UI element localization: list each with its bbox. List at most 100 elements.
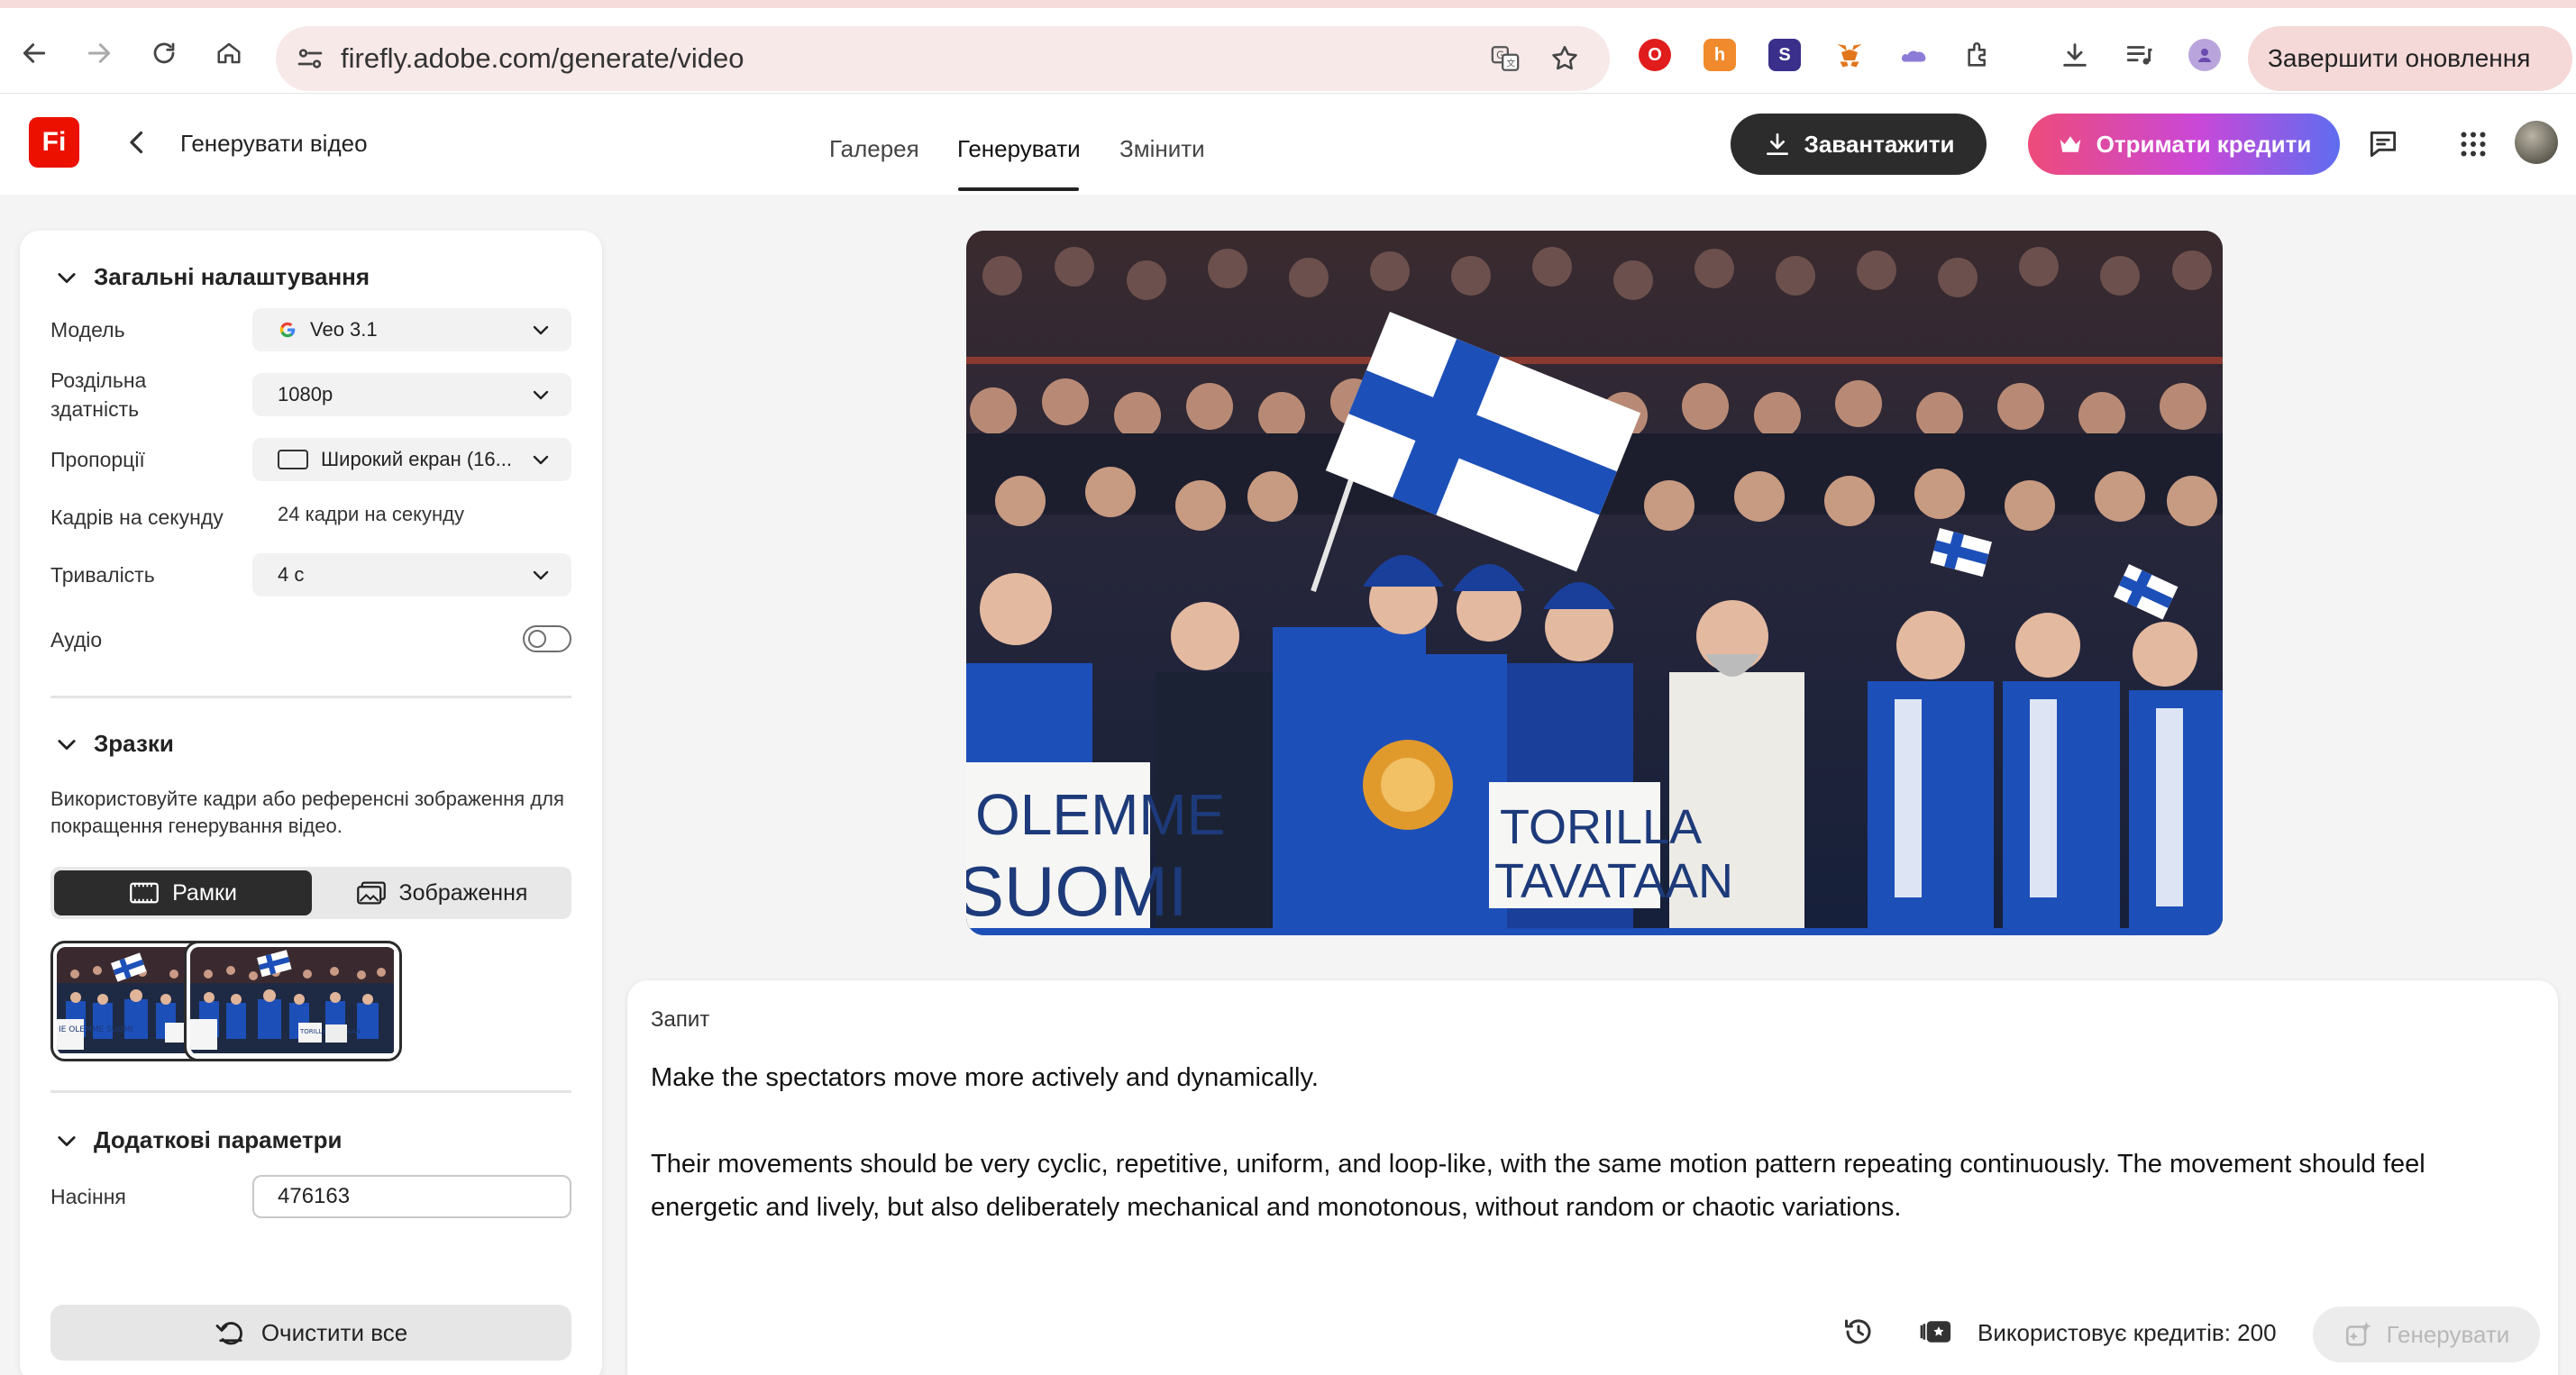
download-button[interactable]: Завантажити	[1731, 114, 1987, 175]
resolution-label-line1: Роздільна	[50, 369, 147, 392]
update-button[interactable]: Завершити оновлення	[2248, 26, 2572, 91]
aspect-select[interactable]: Широкий екран (16...	[252, 438, 571, 481]
preview-sign-right-line1: TORILLA	[1500, 800, 1702, 854]
frame-thumbnail-end[interactable]: TORILLA TAVATAAN	[184, 941, 402, 1061]
duration-select[interactable]: 4 с	[252, 553, 571, 596]
media-icon[interactable]	[2124, 39, 2156, 71]
reload-icon[interactable]	[142, 32, 186, 75]
extension-opera-icon[interactable]: O	[1639, 39, 1671, 71]
video-preview[interactable]: OLEMME SUOMI TORILLA TAVATAAN	[966, 231, 2223, 935]
settings-panel: Загальні налаштування Модель Veo 3.1 Роз…	[20, 231, 602, 1375]
thumb-sign-text: IE OLEMME SUOMI	[59, 1025, 133, 1034]
extensions-puzzle-icon[interactable]	[1963, 39, 1996, 71]
fps-value: 24 кадри на секунду	[278, 503, 464, 525]
reset-icon	[215, 1322, 242, 1345]
duration-label: Тривалість	[50, 563, 155, 587]
general-settings-title: Загальні налаштування	[94, 263, 370, 290]
credits-usage-text: Використовує кредитів: 200	[1978, 1319, 2277, 1346]
frame-thumbnail-image: TORILLA TAVATAAN	[190, 947, 396, 1055]
model-value: Veo 3.1	[310, 318, 378, 341]
audio-toggle[interactable]	[523, 625, 571, 652]
samples-title: Зразки	[94, 730, 174, 757]
samples-mode-toggle: Рамки Зображення	[50, 867, 571, 919]
chat-icon[interactable]	[2363, 124, 2403, 164]
tab-gallery[interactable]: Галерея	[829, 135, 919, 163]
firefly-logo[interactable]: Fi	[29, 117, 79, 168]
prompt-panel: Запит Make the spectators move more acti…	[627, 980, 2558, 1375]
chevron-down-icon	[58, 739, 76, 750]
get-credits-label: Отримати кредити	[2096, 130, 2312, 158]
active-tab-indicator	[958, 187, 1079, 191]
page-title: Генерувати відео	[180, 130, 368, 157]
profile-icon[interactable]	[2188, 39, 2221, 71]
generate-button-label: Генерувати	[2386, 1320, 2510, 1348]
preview-sign-right-line2: TAVATAAN	[1494, 854, 1733, 908]
avatar[interactable]	[2515, 121, 2558, 164]
chevron-down-icon	[533, 455, 549, 465]
chevron-down-icon	[533, 570, 549, 580]
chevron-down-icon	[58, 272, 76, 283]
resolution-select[interactable]: 1080p	[252, 373, 571, 416]
app-header: Fi Генерувати відео Галерея Генерувати З…	[0, 94, 2576, 195]
prompt-textarea[interactable]: Make the spectators move more actively a…	[651, 1056, 2526, 1229]
advanced-title: Додаткові параметри	[94, 1126, 343, 1153]
preview-image: OLEMME SUOMI TORILLA TAVATAAN	[966, 231, 2223, 935]
aspect-label: Пропорції	[50, 448, 145, 471]
chevron-left-icon[interactable]	[121, 126, 153, 159]
advanced-header[interactable]: Додаткові параметри	[54, 1126, 343, 1154]
general-settings-header[interactable]: Загальні налаштування	[54, 263, 370, 291]
url-text[interactable]: firefly.adobe.com/generate/video	[341, 42, 744, 75]
preview-sign-left-line1: OLEMME	[975, 782, 1225, 847]
translate-icon[interactable]: G文	[1487, 41, 1523, 77]
samples-header[interactable]: Зразки	[54, 730, 174, 758]
forward-arrow-icon[interactable]	[78, 32, 121, 75]
home-icon[interactable]	[207, 32, 251, 75]
chevron-down-icon	[58, 1135, 76, 1146]
svg-text:文: 文	[1506, 58, 1515, 69]
resolution-value: 1080p	[278, 383, 333, 405]
site-settings-icon[interactable]	[294, 42, 326, 75]
divider	[50, 696, 571, 698]
sparkle-icon	[2345, 1321, 2371, 1346]
address-bar[interactable]: firefly.adobe.com/generate/video G文	[276, 26, 1610, 91]
seed-input[interactable]: 476163	[252, 1175, 571, 1218]
frames-tab[interactable]: Рамки	[54, 870, 312, 915]
resolution-label: Роздільна здатність	[50, 366, 146, 423]
images-tab[interactable]: Зображення	[315, 870, 568, 915]
bookmark-star-icon[interactable]	[1547, 41, 1583, 77]
model-select[interactable]: Veo 3.1	[252, 308, 571, 351]
back-arrow-icon[interactable]	[13, 32, 56, 75]
download-icon[interactable]	[2059, 39, 2091, 71]
history-icon[interactable]	[1841, 1314, 1877, 1350]
audio-label: Аудіо	[50, 628, 103, 651]
divider	[50, 1090, 571, 1093]
preview-sign-left-line2: SUOMI	[966, 851, 1188, 931]
download-icon	[1766, 133, 1788, 155]
extension-s-icon[interactable]: S	[1768, 39, 1801, 71]
samples-description: Використовуйте кадри або референсні зобр…	[50, 788, 564, 837]
extension-cloud-icon[interactable]	[1898, 39, 1931, 71]
chevron-down-icon	[533, 325, 549, 335]
resolution-label-line2: здатність	[50, 397, 140, 421]
tab-generate[interactable]: Генерувати	[957, 135, 1081, 163]
clear-all-label: Очистити все	[260, 1318, 408, 1346]
apps-grid-icon[interactable]	[2453, 124, 2493, 164]
model-label: Модель	[50, 318, 125, 341]
fps-label: Кадрів на секунду	[50, 505, 224, 529]
credits-icon	[1918, 1314, 1954, 1350]
extension-orange-icon[interactable]: h	[1704, 39, 1736, 71]
frame-icon	[130, 882, 159, 904]
browser-toolbar: firefly.adobe.com/generate/video G文 O h …	[0, 0, 2576, 94]
frames-tab-label: Рамки	[172, 879, 237, 906]
aspect-value: Широкий екран (16...	[321, 448, 512, 470]
widescreen-icon	[278, 450, 308, 469]
get-credits-button[interactable]: Отримати кредити	[2028, 114, 2340, 175]
image-icon	[356, 881, 386, 905]
chevron-down-icon	[533, 390, 549, 400]
generate-button[interactable]: Генерувати	[2313, 1307, 2540, 1362]
crown-icon	[2060, 136, 2080, 152]
images-tab-label: Зображення	[398, 879, 528, 906]
tab-edit[interactable]: Змінити	[1119, 135, 1205, 163]
extension-metamask-icon[interactable]	[1833, 39, 1866, 71]
clear-all-button[interactable]: Очистити все	[50, 1305, 571, 1361]
